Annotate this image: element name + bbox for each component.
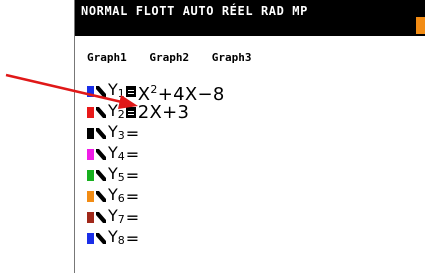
equals-sign[interactable]: = bbox=[126, 166, 139, 185]
equation-row-y7[interactable]: Y7 = bbox=[87, 206, 139, 227]
line-style-icon[interactable] bbox=[96, 149, 106, 160]
function-name: Y8 bbox=[108, 227, 125, 247]
equation-row-y1[interactable]: Y1 X2+4X−8 bbox=[87, 80, 225, 104]
tab-graph2[interactable]: Graph2 bbox=[149, 51, 189, 64]
function-name: Y4 bbox=[108, 143, 125, 163]
selected-equals-icon[interactable] bbox=[125, 86, 136, 97]
calculator-screen: NORMAL FLOTT AUTO RÉEL RAD MP Graph1 Gra… bbox=[74, 0, 425, 273]
function-name: Y6 bbox=[108, 185, 125, 205]
color-swatch bbox=[87, 128, 94, 139]
equals-sign[interactable]: = bbox=[126, 124, 139, 143]
line-style-icon[interactable] bbox=[96, 170, 106, 181]
function-name: Y1 bbox=[108, 80, 125, 100]
tab-graph1[interactable]: Graph1 bbox=[87, 51, 127, 64]
function-name: Y7 bbox=[108, 206, 125, 226]
battery-icon bbox=[416, 17, 425, 34]
function-expression[interactable]: 2X+3 bbox=[138, 104, 190, 122]
equals-sign[interactable]: = bbox=[126, 229, 139, 248]
equation-row-y4[interactable]: Y4 = bbox=[87, 143, 139, 164]
status-bar: NORMAL FLOTT AUTO RÉEL RAD MP bbox=[75, 0, 425, 36]
equals-sign[interactable]: = bbox=[126, 145, 139, 164]
color-swatch bbox=[87, 149, 94, 160]
color-swatch bbox=[87, 233, 94, 244]
equation-row-y5[interactable]: Y5 = bbox=[87, 164, 139, 185]
line-style-icon[interactable] bbox=[96, 107, 106, 118]
graph-tabs: Graph1 Graph2 Graph3 bbox=[87, 51, 268, 64]
equation-row-y8[interactable]: Y8 = bbox=[87, 227, 139, 248]
equation-row-y2[interactable]: Y2 2X+3 bbox=[87, 101, 190, 122]
line-style-icon[interactable] bbox=[96, 191, 106, 202]
line-style-icon[interactable] bbox=[96, 233, 106, 244]
equals-sign[interactable]: = bbox=[126, 187, 139, 206]
function-name: Y5 bbox=[108, 164, 125, 184]
function-expression[interactable]: X2+4X−8 bbox=[138, 81, 225, 104]
line-style-icon[interactable] bbox=[96, 86, 106, 97]
line-style-icon[interactable] bbox=[96, 128, 106, 139]
mode-status-text: NORMAL FLOTT AUTO RÉEL RAD MP bbox=[81, 4, 308, 18]
equals-sign[interactable]: = bbox=[126, 208, 139, 227]
function-name: Y3 bbox=[108, 122, 125, 142]
function-name: Y2 bbox=[108, 101, 125, 121]
color-swatch bbox=[87, 107, 94, 118]
equation-row-y6[interactable]: Y6 = bbox=[87, 185, 139, 206]
equation-row-y3[interactable]: Y3 = bbox=[87, 122, 139, 143]
color-swatch bbox=[87, 86, 94, 97]
line-style-icon[interactable] bbox=[96, 212, 106, 223]
tab-graph3[interactable]: Graph3 bbox=[212, 51, 252, 64]
selected-equals-icon[interactable] bbox=[125, 107, 136, 118]
color-swatch bbox=[87, 191, 94, 202]
color-swatch bbox=[87, 212, 94, 223]
color-swatch bbox=[87, 170, 94, 181]
